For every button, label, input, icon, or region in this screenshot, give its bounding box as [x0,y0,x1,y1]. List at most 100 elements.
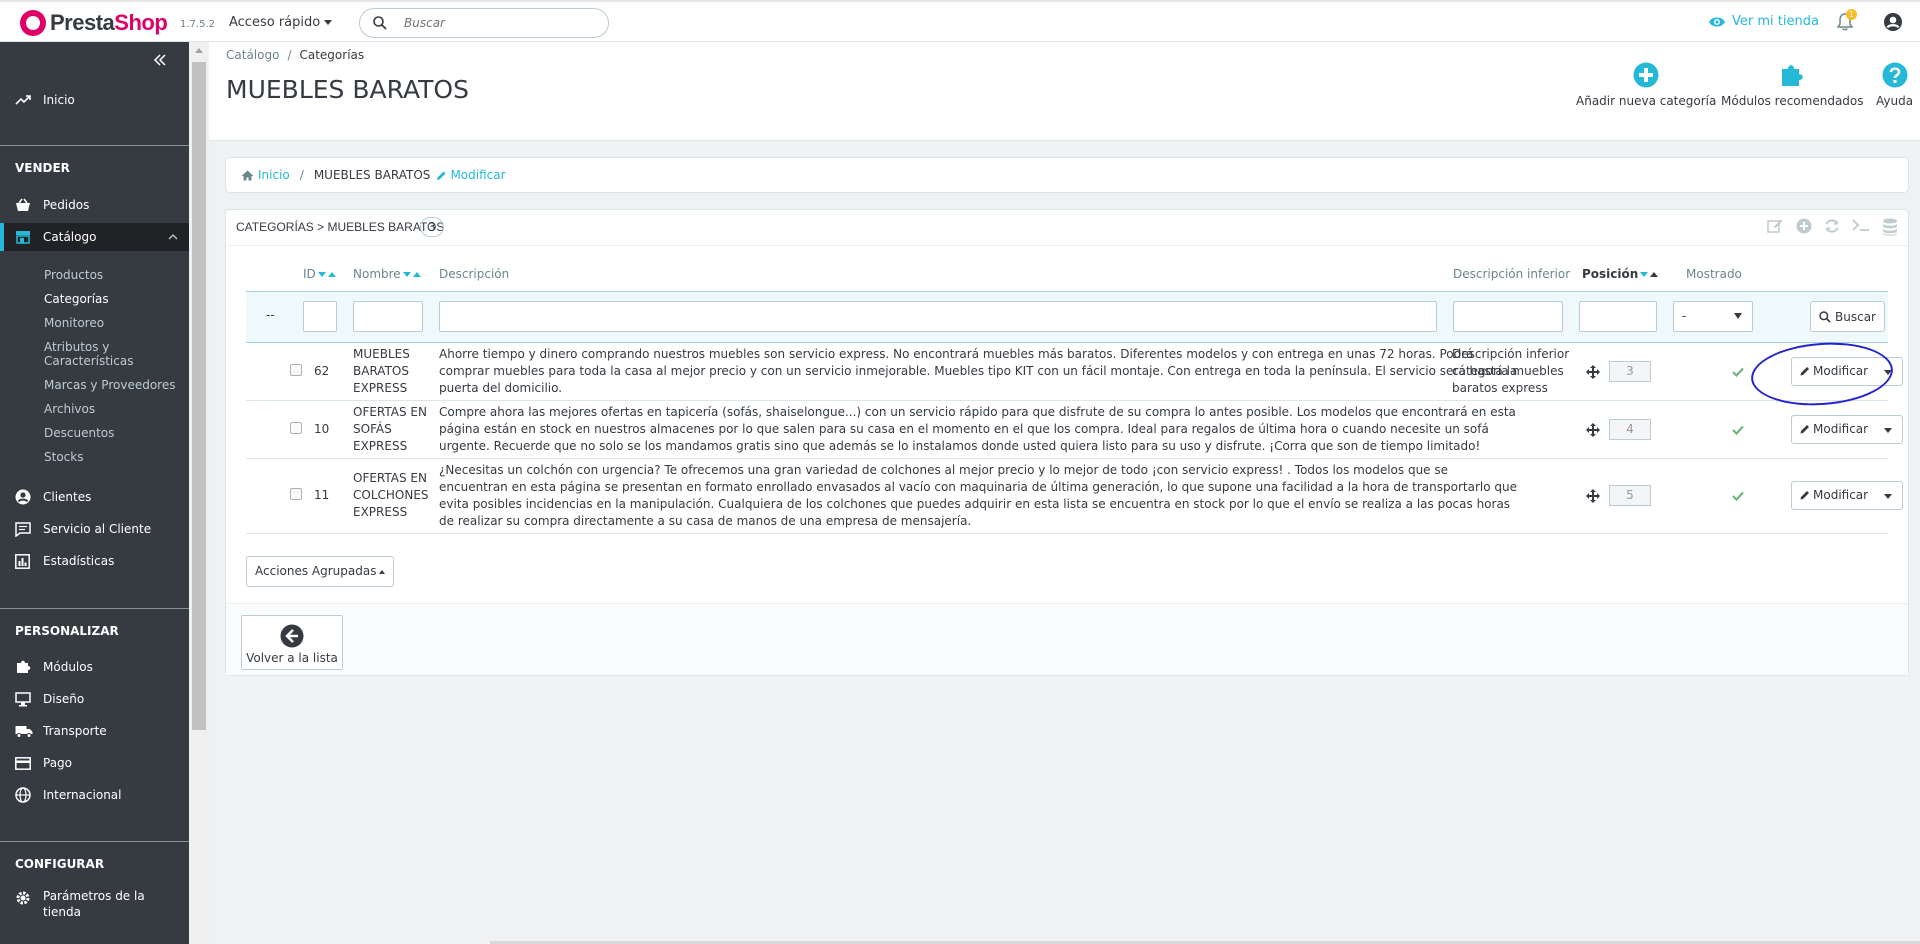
sort-desc-icon[interactable] [1640,272,1649,277]
sort-asc-icon[interactable] [1650,272,1659,277]
sidebar-item-diseno[interactable]: Diseño [0,685,189,713]
filter-name-input[interactable] [353,301,423,332]
caret-down-icon [1734,313,1742,319]
terminal-icon[interactable] [1852,218,1870,232]
sidebar-item-estadisticas[interactable]: Estadísticas [0,547,189,575]
row-checkbox[interactable] [290,422,302,434]
sidebar-sub-stocks[interactable]: Stocks [44,450,83,464]
filter-search-button[interactable]: Buscar [1810,301,1885,332]
add-category-button[interactable]: Añadir nueva categoría [1576,62,1716,108]
check-icon[interactable] [1732,367,1744,377]
sidebar-item-servicio[interactable]: Servicio al Cliente [0,515,189,543]
edit-action[interactable]: Modificar [1800,422,1868,436]
filter-id-input[interactable] [303,301,337,332]
scroll-up-arrow[interactable] [195,48,203,53]
row-edit-button[interactable]: Modificar [1791,415,1903,444]
sidebar-item-pago[interactable]: Pago [0,749,189,777]
row-id: 11 [314,488,330,502]
category-breadcrumb-edit[interactable]: Modificar [450,168,505,182]
sidebar-sub-descuentos[interactable]: Descuentos [44,426,114,440]
sidebar-item-modulos[interactable]: Módulos [0,653,189,681]
row-name: OFERTAS EN SOFÁS EXPRESS [353,405,427,453]
prestashop-logo[interactable]: PrestaShop [20,10,168,36]
sidebar-item-inicio[interactable]: Inicio [0,86,189,114]
breadcrumb-separator: / [287,48,292,62]
chat-icon [15,521,31,537]
table-row[interactable]: 62 MUEBLES BARATOS EXPRESS Ahorre tiempo y… [246,343,1903,401]
sort-desc-icon[interactable] [402,272,411,277]
column-header-displayed: Mostrado [1686,267,1742,281]
sidebar-sub-categorias[interactable]: Categorías [44,292,109,306]
column-header-name[interactable]: Nombre [353,267,421,281]
puzzle-icon [17,660,31,673]
filter-description-input[interactable] [439,301,1437,332]
add-circle-icon[interactable] [1796,218,1812,234]
sidebar-sub-archivos[interactable]: Archivos [44,402,95,416]
filter-row: -- - Buscar [246,291,1888,343]
top-bar: PrestaShop 1.7.5.2 Acceso rápido Ver mi … [0,0,1920,42]
sidebar-item-internacional[interactable]: Internacional [0,781,189,809]
column-header-position[interactable]: Posición [1582,267,1659,281]
edit-icon[interactable] [1767,218,1784,234]
drag-move-icon[interactable] [1586,489,1600,503]
pencil-icon [437,171,446,180]
eye-icon [1709,17,1725,26]
sidebar-item-pedidos[interactable]: Pedidos [0,191,189,219]
sidebar-section-vender: VENDER [15,161,70,175]
sidebar-sub-atributos[interactable]: Atributos y Características [44,340,133,368]
version-label: 1.7.5.2 [180,19,215,30]
drag-move-icon[interactable] [1586,365,1600,379]
position-value: 5 [1609,485,1651,506]
row-edit-button[interactable]: Modificar [1791,481,1903,510]
quick-access-dropdown[interactable]: Acceso rápido [229,15,333,30]
help-circle-icon [1882,62,1908,88]
sidebar-item-catalogo[interactable]: Catálogo [0,223,189,251]
filter-position-input[interactable] [1579,301,1657,332]
breadcrumb-catalogo[interactable]: Catálogo [226,48,279,62]
collapse-sidebar-icon[interactable] [153,54,167,66]
search-box[interactable] [359,8,609,38]
caret-down-icon[interactable] [1884,428,1892,433]
row-checkbox[interactable] [290,364,302,376]
edit-action[interactable]: Modificar [1800,488,1868,502]
drag-move-icon[interactable] [1586,423,1600,437]
list-count-badge: 3 [420,217,444,237]
column-header-id[interactable]: ID [303,267,336,281]
sort-desc-icon[interactable] [317,272,326,277]
sidebar-sub-productos[interactable]: Productos [44,268,103,282]
sidebar-divider [0,608,189,609]
help-button[interactable]: Ayuda [1876,62,1913,108]
back-to-list-button[interactable]: Volver a la lista [241,615,343,670]
check-icon[interactable] [1732,425,1744,435]
table-row[interactable]: 10 OFERTAS EN SOFÁS EXPRESS Compre ahora l… [246,401,1903,459]
column-header-description: Descripción [439,267,510,281]
caret-down-icon[interactable] [1884,494,1892,499]
notifications-button[interactable]: 1 [1836,9,1857,34]
sidebar-item-parametros[interactable]: Parámetros de la tienda [0,887,189,923]
sidebar-item-clientes[interactable]: Clientes [0,483,189,511]
breadcrumb-categorias[interactable]: Categorías [299,48,364,62]
category-breadcrumb-home[interactable]: Inicio [258,168,290,182]
user-menu-button[interactable] [1883,12,1903,35]
recommended-modules-button[interactable]: Módulos recomendados [1721,62,1864,108]
sidebar-sub-marcas[interactable]: Marcas y Proveedores [44,378,175,392]
bulk-actions-button[interactable]: Acciones Agrupadas [246,556,395,587]
filter-displayed-select[interactable]: - [1673,301,1753,332]
scrollbar-thumb[interactable] [192,62,206,730]
sidebar-scrollbar[interactable] [189,42,209,944]
table-row[interactable]: 11 OFERTAS EN COLCHONES EXPRESS ¿Necesitas… [246,459,1903,534]
sort-asc-icon[interactable] [412,272,421,277]
refresh-icon[interactable] [1824,218,1840,234]
row-checkbox[interactable] [290,488,302,500]
view-store-link[interactable]: Ver mi tienda [1708,14,1819,29]
sort-asc-icon[interactable] [327,272,336,277]
filter-additional-description-input[interactable] [1453,301,1563,332]
sidebar-item-transporte[interactable]: Transporte [0,717,189,745]
check-icon[interactable] [1732,491,1744,501]
search-input[interactable] [404,14,594,32]
add-circle-icon [1633,62,1659,88]
database-icon[interactable] [1882,218,1898,236]
sidebar-divider [0,841,189,842]
sidebar-sub-monitoreo[interactable]: Monitoreo [44,316,104,330]
sidebar-item-label: Servicio al Cliente [43,522,152,536]
